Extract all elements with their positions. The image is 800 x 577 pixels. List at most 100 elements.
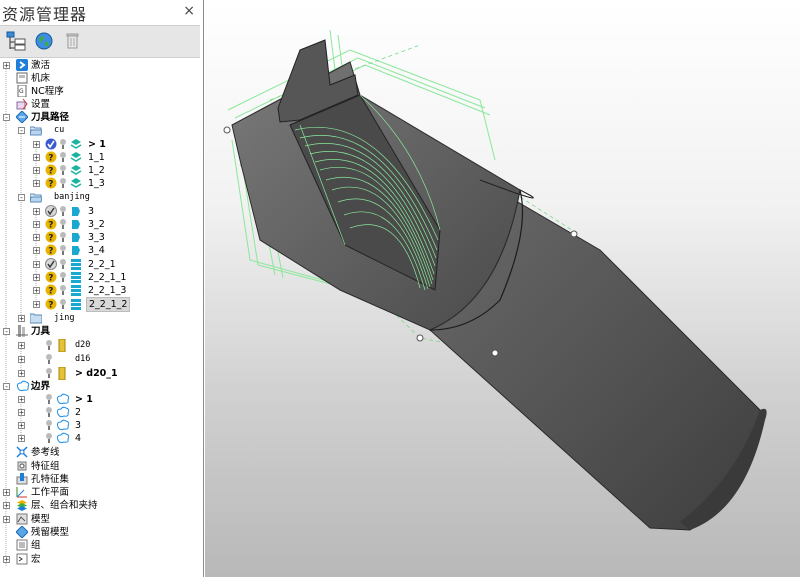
finishing-icon (72, 233, 80, 242)
lightbulb-icon (46, 340, 52, 350)
tree-view-icon[interactable] (4, 29, 28, 53)
expand-toggle[interactable]: + (3, 62, 10, 70)
tree-item-toolpath[interactable]: + ? 1_1 (0, 151, 200, 164)
tree-item-toolpath[interactable]: + 3 (0, 205, 200, 218)
expand-toggle[interactable]: + (33, 141, 40, 149)
collapse-toggle[interactable]: - (3, 114, 10, 122)
status-ok-gray-icon (45, 205, 57, 217)
expand-toggle[interactable]: + (33, 234, 40, 242)
expand-toggle[interactable]: + (18, 315, 25, 323)
tree-item-boundary[interactable]: + 4 (0, 432, 200, 445)
expand-toggle[interactable]: + (18, 356, 25, 364)
tree-item-boundary[interactable]: + 2 (0, 406, 200, 419)
globe-icon[interactable] (32, 29, 56, 53)
expand-toggle[interactable]: + (33, 287, 40, 295)
tree-folder-jing[interactable]: + jing (0, 312, 200, 325)
expand-toggle[interactable]: + (33, 301, 40, 309)
svg-text:?: ? (48, 234, 53, 244)
tree-item-toolpath[interactable]: + ? 3_2 (0, 218, 200, 231)
tree-item-toolpath[interactable]: + ? 2_2_1_1 (0, 271, 200, 284)
expand-toggle[interactable]: + (33, 154, 40, 162)
tree-label: 工作平面 (31, 487, 70, 498)
lightbulb-icon (46, 394, 52, 404)
layers-icon (70, 165, 82, 175)
tree-item-tools[interactable]: - 刀具 (0, 325, 200, 338)
tree-item-boundaries[interactable]: - 边界 (0, 380, 200, 393)
tree-label: 3_2 (88, 219, 105, 230)
expand-toggle[interactable]: + (33, 247, 40, 255)
tree-item-toolpath[interactable]: + ? 1_2 (0, 164, 200, 177)
tree-item-reference-lines[interactable]: 参考线 (0, 446, 200, 459)
tree-folder-banjing[interactable]: - banjing (0, 191, 200, 204)
tree-item-workplanes[interactable]: + 工作平面 (0, 486, 200, 499)
expand-toggle[interactable]: + (3, 489, 10, 497)
tree-item-toolpaths[interactable]: - 刀具路径 (0, 111, 200, 124)
expand-toggle[interactable]: + (33, 274, 40, 282)
stack-icon (71, 259, 81, 270)
tree-item-layers[interactable]: + 层、组合和夹持 (0, 499, 200, 512)
explorer-toolbar (0, 25, 200, 58)
layers-icon (70, 178, 82, 188)
tree-item-toolpath[interactable]: + > 1 (0, 138, 200, 151)
tree-item-stock-models[interactable]: 残留模型 (0, 526, 200, 539)
expand-toggle[interactable]: + (33, 221, 40, 229)
lightbulb-icon (60, 139, 66, 149)
tree-item-tool[interactable]: + d16 (0, 353, 200, 366)
collapse-toggle[interactable]: - (18, 127, 25, 135)
tree-item-feature-group[interactable]: 特征组 (0, 460, 200, 473)
status-question-icon: ? (45, 244, 57, 256)
tree-item-toolpath[interactable]: + 2_2_1 (0, 258, 200, 271)
collapse-toggle[interactable]: - (18, 194, 25, 202)
trash-icon[interactable] (60, 29, 84, 53)
expand-toggle[interactable]: + (3, 516, 10, 524)
tree-item-toolpath-selected[interactable]: + ? 2_2_1_2 (0, 297, 200, 312)
expand-toggle[interactable]: + (33, 180, 40, 188)
hole-feature-icon (16, 473, 28, 485)
layers-icon (70, 152, 82, 162)
3d-viewport[interactable] (205, 0, 800, 577)
tree-item-boundary[interactable]: + 3 (0, 419, 200, 432)
layers-icon (17, 500, 27, 511)
expand-toggle[interactable]: + (33, 261, 40, 269)
explorer-tree: + 激活 机床 G NC程序 设置 - 刀具路径 - cu + > 1 + ? … (0, 57, 203, 577)
svg-text:G: G (19, 88, 24, 95)
stack-icon (71, 285, 81, 296)
tree-item-toolpath[interactable]: + ? 2_2_1_3 (0, 284, 200, 297)
tree-item-toolpath[interactable]: + ? 1_3 (0, 177, 200, 190)
tree-item-jihuo[interactable]: + 激活 (0, 59, 200, 72)
tree-label: 刀具路径 (31, 112, 70, 123)
expand-toggle[interactable]: + (18, 342, 25, 350)
tree-label: 宏 (31, 554, 41, 565)
expand-toggle[interactable]: + (33, 208, 40, 216)
tree-folder-cu[interactable]: - cu (0, 124, 200, 137)
expand-toggle[interactable]: + (18, 370, 25, 378)
tree-item-toolpath[interactable]: + ? 3_4 (0, 244, 200, 257)
macro-icon (16, 553, 28, 565)
expand-toggle[interactable]: + (18, 409, 25, 417)
expand-toggle[interactable]: + (3, 556, 10, 564)
tree-item-jichuang[interactable]: 机床 (0, 72, 200, 85)
expand-toggle[interactable]: + (18, 435, 25, 443)
tree-item-toolpath[interactable]: + ? 3_3 (0, 231, 200, 244)
tree-item-hole-features[interactable]: 孔特征集 (0, 473, 200, 486)
tree-item-groups[interactable]: 组 (0, 539, 200, 552)
tree-item-boundary[interactable]: + > 1 (0, 393, 200, 406)
tree-item-tool[interactable]: + d20 (0, 339, 200, 352)
expand-toggle[interactable]: + (3, 502, 10, 510)
tree-item-tool-active[interactable]: + > d20_1 (0, 367, 200, 380)
tree-item-macros[interactable]: + 宏 (0, 553, 200, 566)
lightbulb-icon (60, 206, 66, 216)
close-button[interactable]: × (183, 3, 195, 19)
collapse-toggle[interactable]: - (3, 328, 10, 336)
tree-item-shezhi[interactable]: 设置 (0, 98, 200, 111)
expand-toggle[interactable]: + (18, 422, 25, 430)
tree-item-nc[interactable]: G NC程序 (0, 85, 200, 98)
layers-icon (70, 139, 82, 149)
expand-toggle[interactable]: + (18, 396, 25, 404)
reference-line-icon (16, 446, 28, 458)
tree-item-models[interactable]: + 模型 (0, 513, 200, 526)
expand-toggle[interactable]: + (33, 167, 40, 175)
tree-label: 孔特征集 (31, 474, 70, 485)
lightbulb-icon (46, 407, 52, 417)
collapse-toggle[interactable]: - (3, 383, 10, 391)
